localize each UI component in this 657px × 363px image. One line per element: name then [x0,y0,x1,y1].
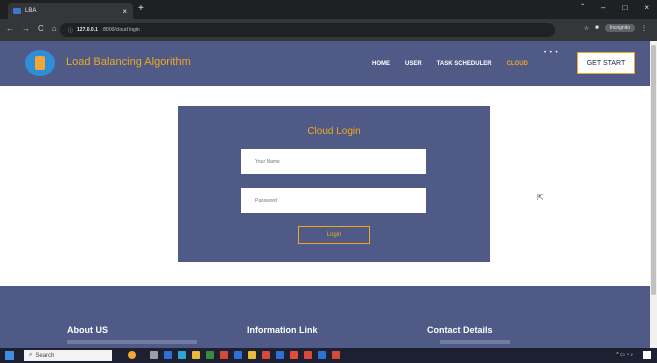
app-icon[interactable] [206,351,214,359]
close-window-icon[interactable]: × [644,3,649,12]
app-icon[interactable] [318,351,326,359]
system-tray[interactable]: ^ ▭ ◔ ♪ [616,352,633,358]
extensions-icon[interactable]: ■ [595,25,599,31]
browser-toolbar: ← → C ⌂ ⓘ 127.0.0.1 :8000/cloud login ☆ … [0,19,657,41]
app-icon[interactable] [178,351,186,359]
username-field[interactable] [241,149,426,174]
nav-user[interactable]: USER [405,61,422,67]
window-controls: ˇ – □ × [581,3,649,12]
address-bar[interactable]: ⓘ 127.0.0.1 :8000/cloud login [60,23,555,37]
password-field[interactable] [241,188,426,213]
brand-title[interactable]: Load Balancing Algorithm [66,56,191,68]
footer-contact-heading: Contact Details [427,325,493,335]
search-icon: ⌕ [29,352,33,358]
login-card: Cloud Login Login [178,106,490,262]
app-icon[interactable] [276,351,284,359]
nav-task-scheduler[interactable]: TASK SCHEDULER [437,61,492,67]
address-host: 127.0.0.1 [77,27,98,33]
app-icon[interactable] [234,351,242,359]
browser-actions: ☆ ■ Incognito ⋮ [584,24,647,32]
app-icon[interactable] [332,351,340,359]
page-scrollbar[interactable] [650,41,657,348]
incognito-badge[interactable]: Incognito [604,24,635,32]
main-nav: HOME USER TASK SCHEDULER CLOUD [372,61,528,67]
new-tab-icon[interactable]: + [138,3,144,14]
tab-search-icon[interactable]: ˇ [581,3,584,12]
nav-home[interactable]: HOME [372,61,390,67]
footer-about-heading: About US [67,325,108,335]
scroll-thumb[interactable] [651,45,656,295]
footer-contact-text [440,340,510,344]
tab-close-icon[interactable]: × [122,7,127,16]
minimize-icon[interactable]: – [601,3,605,12]
taskbar-search[interactable]: ⌕ Search [24,350,112,361]
footer-about-text [67,340,197,344]
task-view-icon[interactable] [150,351,158,359]
browser-tab-bar: LBA × + ˇ – □ × [0,0,657,19]
app-icon[interactable] [248,351,256,359]
tab-favicon-icon [13,8,21,14]
nav-buttons: ← → C ⌂ [6,24,57,33]
maximize-icon[interactable]: □ [622,3,627,12]
app-icon[interactable] [290,351,298,359]
site-footer: About US Information Link Contact Detail… [0,286,650,348]
menu-icon[interactable]: ⋮ [641,25,647,32]
site-info-icon[interactable]: ⓘ [68,27,73,34]
app-icon[interactable] [220,351,228,359]
get-start-button[interactable]: GET START [577,52,635,74]
forward-icon[interactable]: → [22,24,30,33]
pointer-icon: ⇱ [537,193,544,202]
footer-info-heading: Information Link [247,325,318,335]
app-icon[interactable] [304,351,312,359]
file-explorer-icon[interactable] [192,351,200,359]
screen: LBA × + ˇ – □ × ← → C ⌂ ⓘ 127.0.0.1 :800… [0,0,657,363]
app-icon[interactable] [164,351,172,359]
cloud-database-icon[interactable] [25,50,55,76]
login-button[interactable]: Login [298,226,370,244]
site-header: Load Balancing Algorithm HOME USER TASK … [0,41,650,86]
notification-icon[interactable] [643,351,651,359]
windows-start-icon[interactable] [5,351,14,360]
login-title: Cloud Login [307,126,361,137]
nav-dots-icon: • • • [544,50,559,56]
os-taskbar: ⌕ Search ^ ▭ ◔ ♪ [0,348,657,363]
app-icon[interactable] [128,351,136,359]
home-icon[interactable]: ⌂ [52,24,57,33]
back-icon[interactable]: ← [6,24,14,33]
browser-tab[interactable]: LBA × [8,3,133,19]
taskbar-search-label: Search [35,352,55,359]
tab-title: LBA [25,8,37,14]
nav-cloud[interactable]: CLOUD [507,61,528,67]
address-path: :8000/cloud login [101,27,140,33]
star-icon[interactable]: ☆ [584,25,589,32]
reload-icon[interactable]: C [38,24,44,33]
app-icon[interactable] [262,351,270,359]
